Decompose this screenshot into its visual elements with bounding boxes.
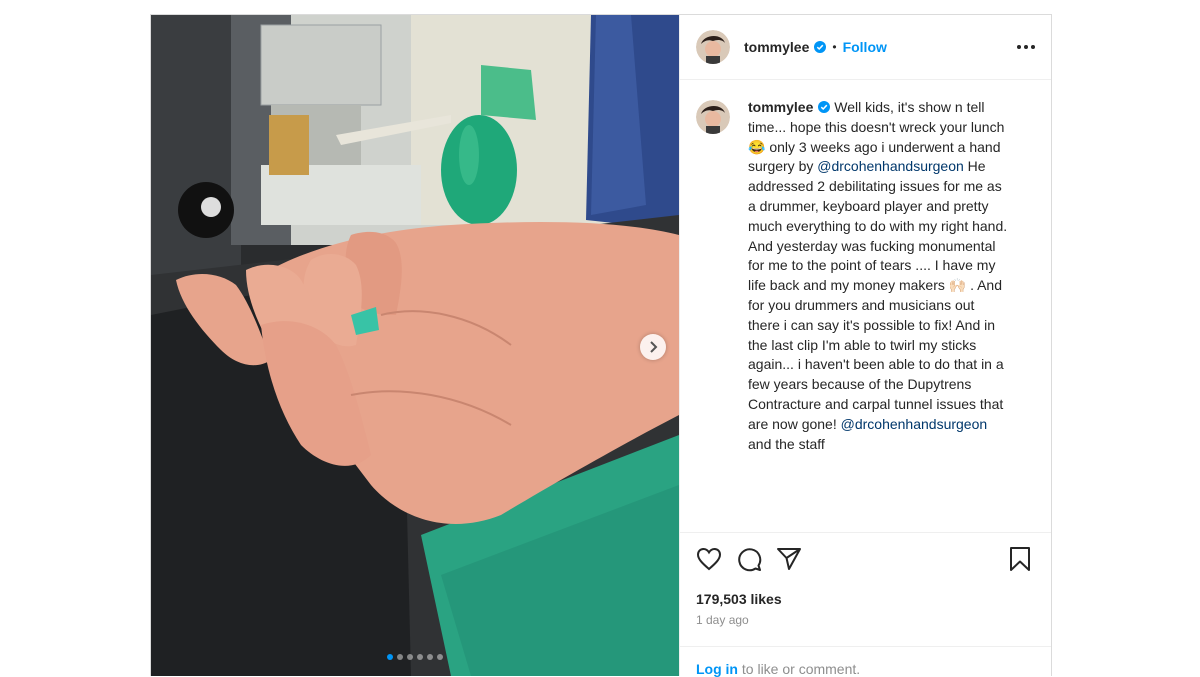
post-media (151, 15, 679, 676)
carousel-dot (437, 654, 443, 660)
chevron-right-icon (650, 341, 658, 353)
caption-area: tommylee Well kids, it's show n tell tim… (680, 80, 1051, 531)
username[interactable]: tommylee (744, 39, 809, 55)
post-header: tommylee • Follow (680, 15, 1051, 80)
caption-body: and the staff (748, 435, 825, 452)
carousel-dot (417, 654, 423, 660)
post-timestamp[interactable]: 1 day ago (696, 613, 1035, 627)
action-bar: 179,503 likes 1 day ago (680, 532, 1051, 627)
post-sidebar: tommylee • Follow tommylee Well kids, it… (679, 15, 1051, 677)
carousel-dot (407, 654, 413, 660)
avatar[interactable] (696, 30, 730, 64)
instagram-post: tommylee • Follow tommylee Well kids, it… (150, 14, 1052, 677)
carousel-dot (387, 654, 393, 660)
more-options-icon[interactable] (1017, 39, 1035, 55)
mention-link[interactable]: @drcohenhandsurgeon (817, 158, 964, 174)
avatar[interactable] (696, 100, 730, 134)
share-icon[interactable] (776, 546, 802, 572)
carousel-dot (397, 654, 403, 660)
bookmark-icon[interactable] (1009, 546, 1035, 572)
caption-row: tommylee Well kids, it's show n tell tim… (696, 98, 1035, 454)
separator-dot: • (832, 40, 837, 54)
mention-link[interactable]: @drcohenhandsurgeon (841, 416, 988, 432)
follow-button[interactable]: Follow (843, 39, 887, 55)
carousel-dot (427, 654, 433, 660)
likes-count[interactable]: 179,503 likes (696, 591, 1035, 607)
caption-username[interactable]: tommylee (748, 99, 813, 115)
carousel-indicator (151, 654, 679, 660)
carousel-next-button[interactable] (640, 334, 666, 360)
verified-badge-icon (814, 41, 827, 53)
caption-text: tommylee Well kids, it's show n tell tim… (748, 98, 1010, 454)
verified-badge-icon (818, 101, 831, 113)
comment-icon[interactable] (736, 546, 762, 572)
heart-icon[interactable] (696, 546, 722, 572)
hand-surgery-photo (151, 15, 679, 676)
login-prompt: Log in to like or comment. (680, 646, 1051, 677)
action-icons (696, 533, 1035, 585)
caption-body: He addressed 2 debilitating issues for m… (748, 158, 1008, 432)
